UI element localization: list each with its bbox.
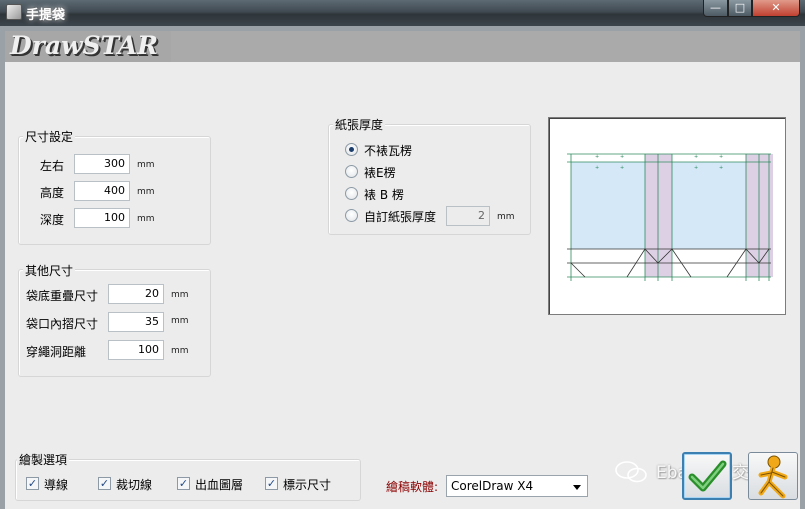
b-flute-label[interactable]: 裱 B 楞 bbox=[364, 186, 404, 203]
bag-preview: + + + + + + + + bbox=[548, 117, 786, 315]
depth-unit: mm bbox=[137, 214, 155, 224]
width-input[interactable]: 300 bbox=[74, 154, 130, 174]
show-dimensions-label[interactable]: 標示尺寸 bbox=[283, 476, 331, 493]
software-select[interactable]: CorelDraw X4 bbox=[446, 475, 588, 497]
svg-text:+: + bbox=[694, 165, 698, 171]
custom-thickness-radio[interactable] bbox=[345, 209, 358, 222]
height-unit: mm bbox=[137, 187, 155, 197]
running-man-icon bbox=[758, 455, 788, 499]
rope-hole-label: 穿繩洞距離 bbox=[26, 345, 87, 359]
maximize-button[interactable]: □ bbox=[728, 0, 752, 17]
paper-thickness-title: 紙張厚度 bbox=[333, 116, 386, 133]
height-input[interactable]: 400 bbox=[74, 181, 130, 201]
svg-text:+: + bbox=[595, 154, 599, 160]
svg-text:+: + bbox=[620, 154, 624, 160]
window-title: 手提袋 bbox=[26, 8, 66, 23]
svg-text:+: + bbox=[694, 154, 698, 160]
rope-hole-unit: mm bbox=[171, 346, 189, 356]
bag-dieline-drawing: + + + + + + + + bbox=[567, 153, 773, 281]
b-flute-radio[interactable] bbox=[345, 187, 358, 200]
cut-lines-label[interactable]: 裁切線 bbox=[116, 476, 152, 493]
width-label: 左右 bbox=[40, 159, 65, 173]
software-selected: CorelDraw X4 bbox=[451, 479, 534, 493]
no-corrugated-radio[interactable] bbox=[345, 143, 358, 156]
custom-thickness-label[interactable]: 自訂紙張厚度 bbox=[364, 208, 436, 225]
show-dimensions-checkbox[interactable]: ✓ bbox=[265, 477, 278, 490]
bleed-layer-checkbox[interactable]: ✓ bbox=[177, 477, 190, 490]
svg-text:+: + bbox=[595, 165, 599, 171]
no-corrugated-label[interactable]: 不裱瓦楞 bbox=[364, 142, 412, 159]
draw-options-title: 繪製選項 bbox=[17, 451, 70, 468]
drawstar-logo: DrawSTAR bbox=[5, 31, 171, 62]
software-label: 繪稿軟體: bbox=[386, 480, 439, 494]
ok-button[interactable] bbox=[682, 452, 732, 500]
bottom-overlap-label: 袋底重疊尺寸 bbox=[26, 289, 99, 303]
e-flute-radio[interactable] bbox=[345, 165, 358, 178]
logo-text: DrawSTAR bbox=[10, 31, 159, 60]
other-sizes-title: 其他尺寸 bbox=[23, 262, 76, 279]
checkmark-icon bbox=[688, 460, 727, 492]
cut-lines-checkbox[interactable]: ✓ bbox=[98, 477, 111, 490]
depth-label: 深度 bbox=[40, 213, 65, 227]
top-fold-unit: mm bbox=[171, 316, 189, 326]
bottom-overlap-input[interactable]: 20 bbox=[108, 284, 164, 304]
logo-band: DrawSTAR bbox=[5, 31, 800, 62]
svg-text:+: + bbox=[719, 154, 723, 160]
height-label: 高度 bbox=[40, 186, 65, 200]
bleed-layer-label[interactable]: 出血圖層 bbox=[195, 476, 243, 493]
svg-text:+: + bbox=[719, 165, 723, 171]
top-fold-label: 袋口內摺尺寸 bbox=[26, 317, 99, 331]
minimize-button[interactable]: — bbox=[703, 0, 728, 17]
custom-thickness-input[interactable]: 2 bbox=[446, 206, 490, 226]
bottom-overlap-unit: mm bbox=[171, 290, 189, 300]
bag-app-icon bbox=[6, 4, 22, 20]
top-fold-input[interactable]: 35 bbox=[108, 312, 164, 332]
width-unit: mm bbox=[137, 160, 155, 170]
cancel-button[interactable] bbox=[748, 452, 798, 500]
guides-checkbox[interactable]: ✓ bbox=[26, 477, 39, 490]
depth-input[interactable]: 100 bbox=[74, 208, 130, 228]
size-settings-title: 尺寸設定 bbox=[23, 128, 76, 145]
dropdown-arrow-icon[interactable] bbox=[573, 485, 581, 490]
rope-hole-input[interactable]: 100 bbox=[108, 340, 164, 360]
e-flute-label[interactable]: 裱E楞 bbox=[364, 164, 396, 181]
close-button[interactable]: ✕ bbox=[752, 0, 800, 17]
wechat-icon bbox=[615, 461, 647, 483]
custom-thickness-unit: mm bbox=[497, 212, 515, 222]
guides-label[interactable]: 導線 bbox=[44, 476, 68, 493]
svg-text:+: + bbox=[620, 165, 624, 171]
title-bar[interactable]: 手提袋 — □ ✕ bbox=[0, 0, 805, 26]
